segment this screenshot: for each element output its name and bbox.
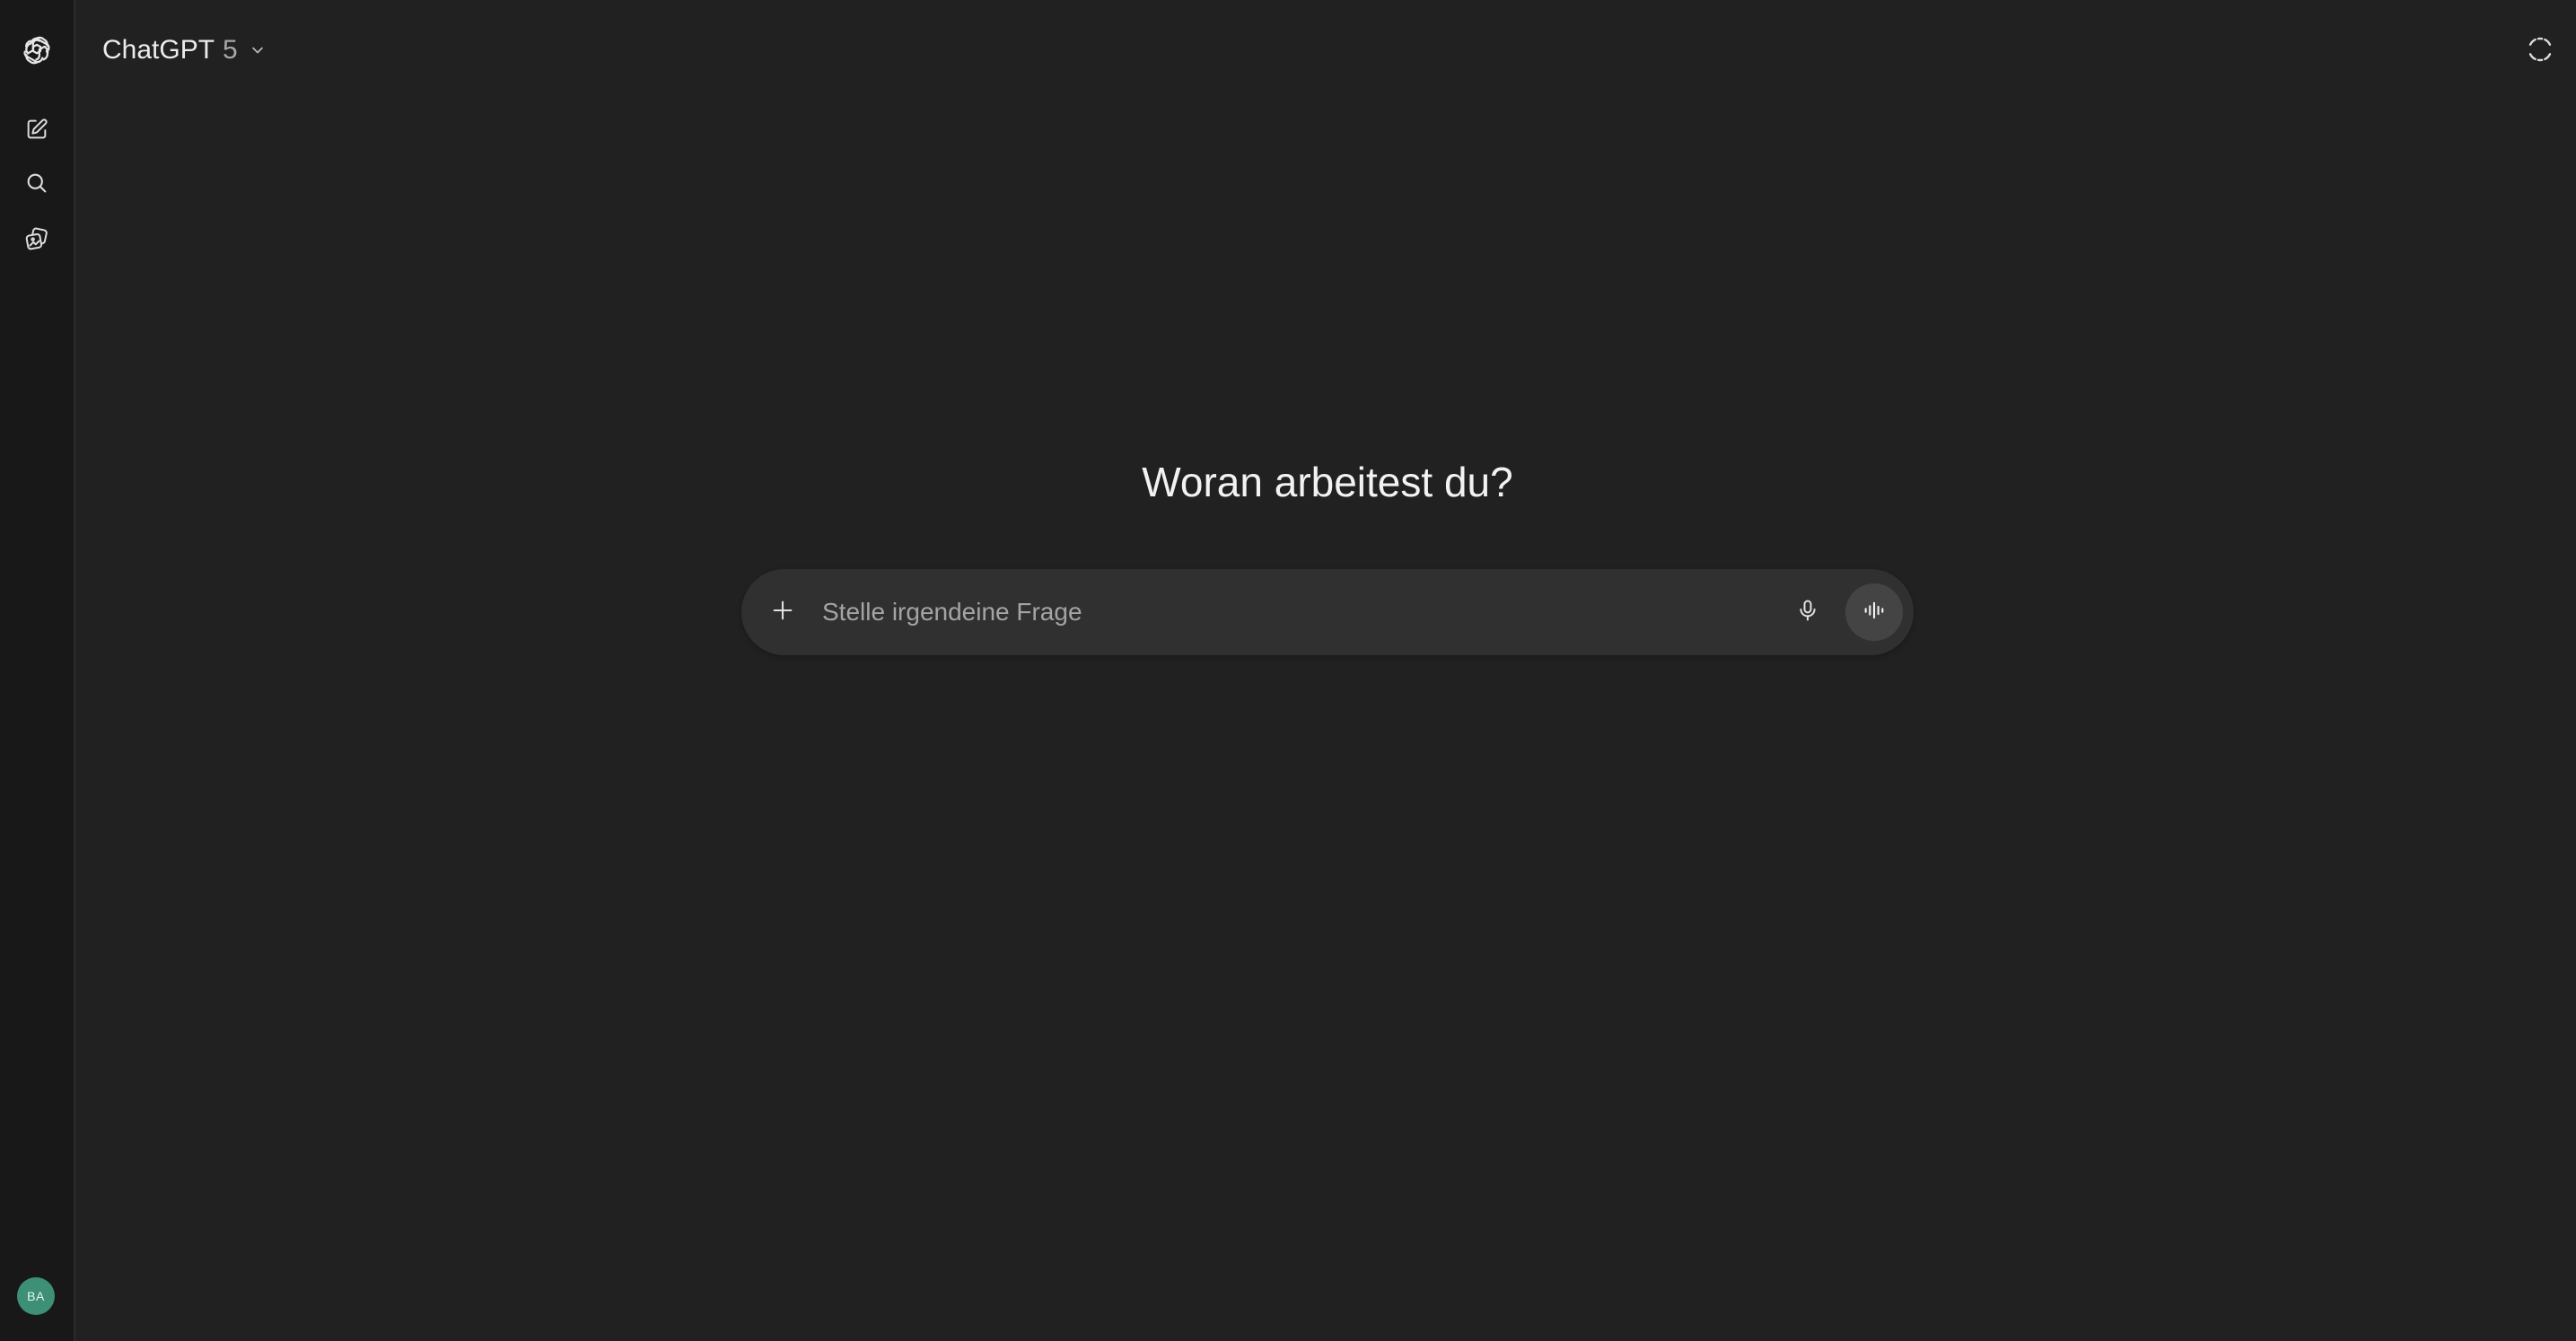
voice-mode-button[interactable] bbox=[1845, 583, 1903, 641]
voice-waveform-icon bbox=[1862, 598, 1887, 627]
temporary-chat-icon bbox=[2526, 35, 2554, 68]
new-chat-button[interactable] bbox=[15, 108, 58, 151]
model-version: 5 bbox=[223, 35, 238, 65]
prompt-input[interactable] bbox=[822, 592, 1720, 632]
chat-app: BA ChatGPT 5 Woran arbeitest du? bbox=[0, 0, 2576, 1341]
composer bbox=[741, 569, 1914, 655]
temporary-chat-button[interactable] bbox=[2519, 31, 2561, 72]
dictate-button[interactable] bbox=[1786, 591, 1829, 634]
plus-icon bbox=[770, 598, 795, 627]
library-icon bbox=[23, 225, 50, 252]
model-name: ChatGPT bbox=[102, 35, 215, 65]
new-chat-icon bbox=[24, 117, 49, 142]
model-picker[interactable]: ChatGPT 5 bbox=[93, 27, 276, 74]
add-attachment-button[interactable] bbox=[761, 591, 804, 634]
microphone-icon bbox=[1795, 598, 1820, 627]
library-button[interactable] bbox=[15, 217, 58, 260]
openai-logo-icon[interactable] bbox=[15, 29, 58, 72]
sidebar-rail: BA bbox=[0, 0, 75, 1341]
page-title: Woran arbeitest du? bbox=[1142, 459, 1513, 505]
avatar[interactable]: BA bbox=[17, 1277, 55, 1315]
chevron-down-icon bbox=[249, 41, 267, 59]
search-chats-button[interactable] bbox=[15, 162, 58, 205]
search-icon bbox=[24, 171, 49, 196]
